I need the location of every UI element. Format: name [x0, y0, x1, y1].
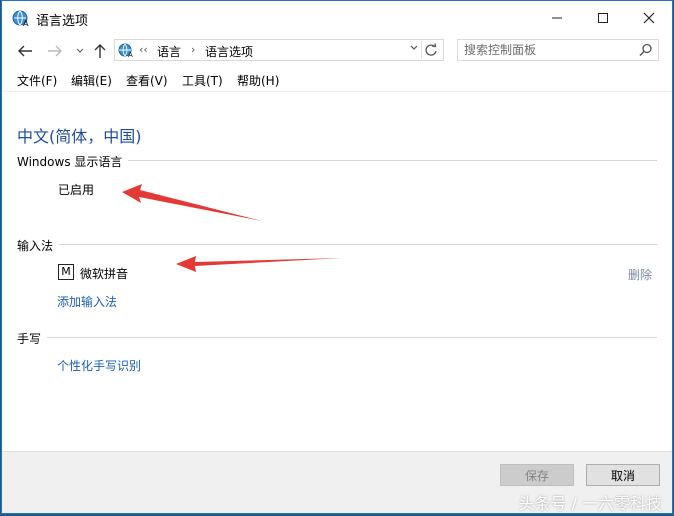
navigation-bar: A ‹‹ 语言 › 语言选项 — [2, 35, 672, 67]
language-globe-icon: A — [118, 43, 133, 58]
back-arrow-icon — [18, 45, 32, 57]
cancel-button[interactable]: 取消 — [586, 464, 660, 486]
breadcrumb-language[interactable]: 语言 — [157, 43, 181, 60]
handwriting-section-label: 手写 — [17, 330, 48, 347]
chevron-down-icon — [76, 48, 84, 53]
display-language-status: 已启用 — [58, 183, 95, 197]
watermark-text: 头条号 / 一六零科技 — [518, 494, 662, 513]
menu-view[interactable]: 查看(V) — [126, 72, 168, 89]
menu-help[interactable]: 帮助(H) — [237, 72, 279, 89]
title-bar[interactable]: A 语言选项 — [2, 1, 672, 35]
language-options-window: A 语言选项 A ‹‹ 语言 › 语言选项 搜索控制面板 文件(F) 编辑(E)… — [1, 0, 673, 514]
breadcrumb-overflow[interactable]: ‹‹ — [139, 43, 148, 56]
close-icon — [643, 12, 655, 24]
up-button[interactable] — [90, 41, 110, 61]
forward-button[interactable] — [45, 41, 65, 61]
menu-tools[interactable]: 工具(T) — [182, 72, 223, 89]
address-dropdown-button[interactable] — [409, 43, 419, 56]
add-input-method-link[interactable]: 添加输入法 — [57, 293, 117, 310]
content-area: 中文(简体，中国) Windows 显示语言 已启用 输入法 M 微软拼音 删除… — [2, 92, 672, 452]
back-button[interactable] — [15, 41, 35, 61]
search-input[interactable] — [464, 42, 632, 58]
ime-name: 微软拼音 — [80, 267, 129, 281]
minimize-icon — [552, 17, 562, 19]
footer-bar: 保存 取消 头条号 / 一六零科技 — [2, 451, 672, 513]
maximize-button[interactable] — [580, 1, 626, 35]
close-button[interactable] — [626, 1, 672, 35]
up-arrow-icon — [94, 44, 106, 58]
menu-edit[interactable]: 编辑(E) — [71, 72, 112, 89]
chevron-down-icon — [410, 45, 418, 50]
language-globe-icon: A — [12, 10, 29, 27]
svg-text:A: A — [23, 19, 29, 27]
section-divider — [17, 244, 657, 245]
forward-arrow-icon — [48, 45, 62, 57]
ime-keyboard-icon: M — [58, 264, 74, 280]
language-title: 中文(简体，中国) — [17, 127, 142, 146]
personalize-handwriting-link[interactable]: 个性化手写识别 — [57, 357, 141, 374]
window-title: 语言选项 — [36, 14, 89, 29]
save-button[interactable]: 保存 — [500, 464, 574, 486]
remove-ime-link[interactable]: 删除 — [628, 266, 652, 283]
menu-bar: 文件(F) 编辑(E) 查看(V) 工具(T) 帮助(H) — [2, 69, 672, 92]
refresh-icon — [425, 43, 437, 56]
recent-locations-button[interactable] — [70, 41, 90, 61]
maximize-icon — [598, 13, 608, 23]
svg-text:A: A — [128, 51, 133, 58]
menu-file[interactable]: 文件(F) — [17, 72, 57, 89]
search-box[interactable] — [457, 39, 659, 61]
input-method-section-label: 输入法 — [17, 237, 60, 254]
display-language-section-label: Windows 显示语言 — [17, 153, 129, 170]
minimize-button[interactable] — [534, 1, 580, 35]
refresh-button[interactable] — [421, 41, 440, 59]
section-divider — [17, 337, 657, 338]
search-icon[interactable] — [639, 43, 653, 57]
breadcrumb-language-options[interactable]: 语言选项 — [205, 43, 253, 60]
breadcrumb-separator: › — [191, 43, 196, 56]
address-bar[interactable]: A ‹‹ 语言 › 语言选项 — [114, 39, 444, 61]
